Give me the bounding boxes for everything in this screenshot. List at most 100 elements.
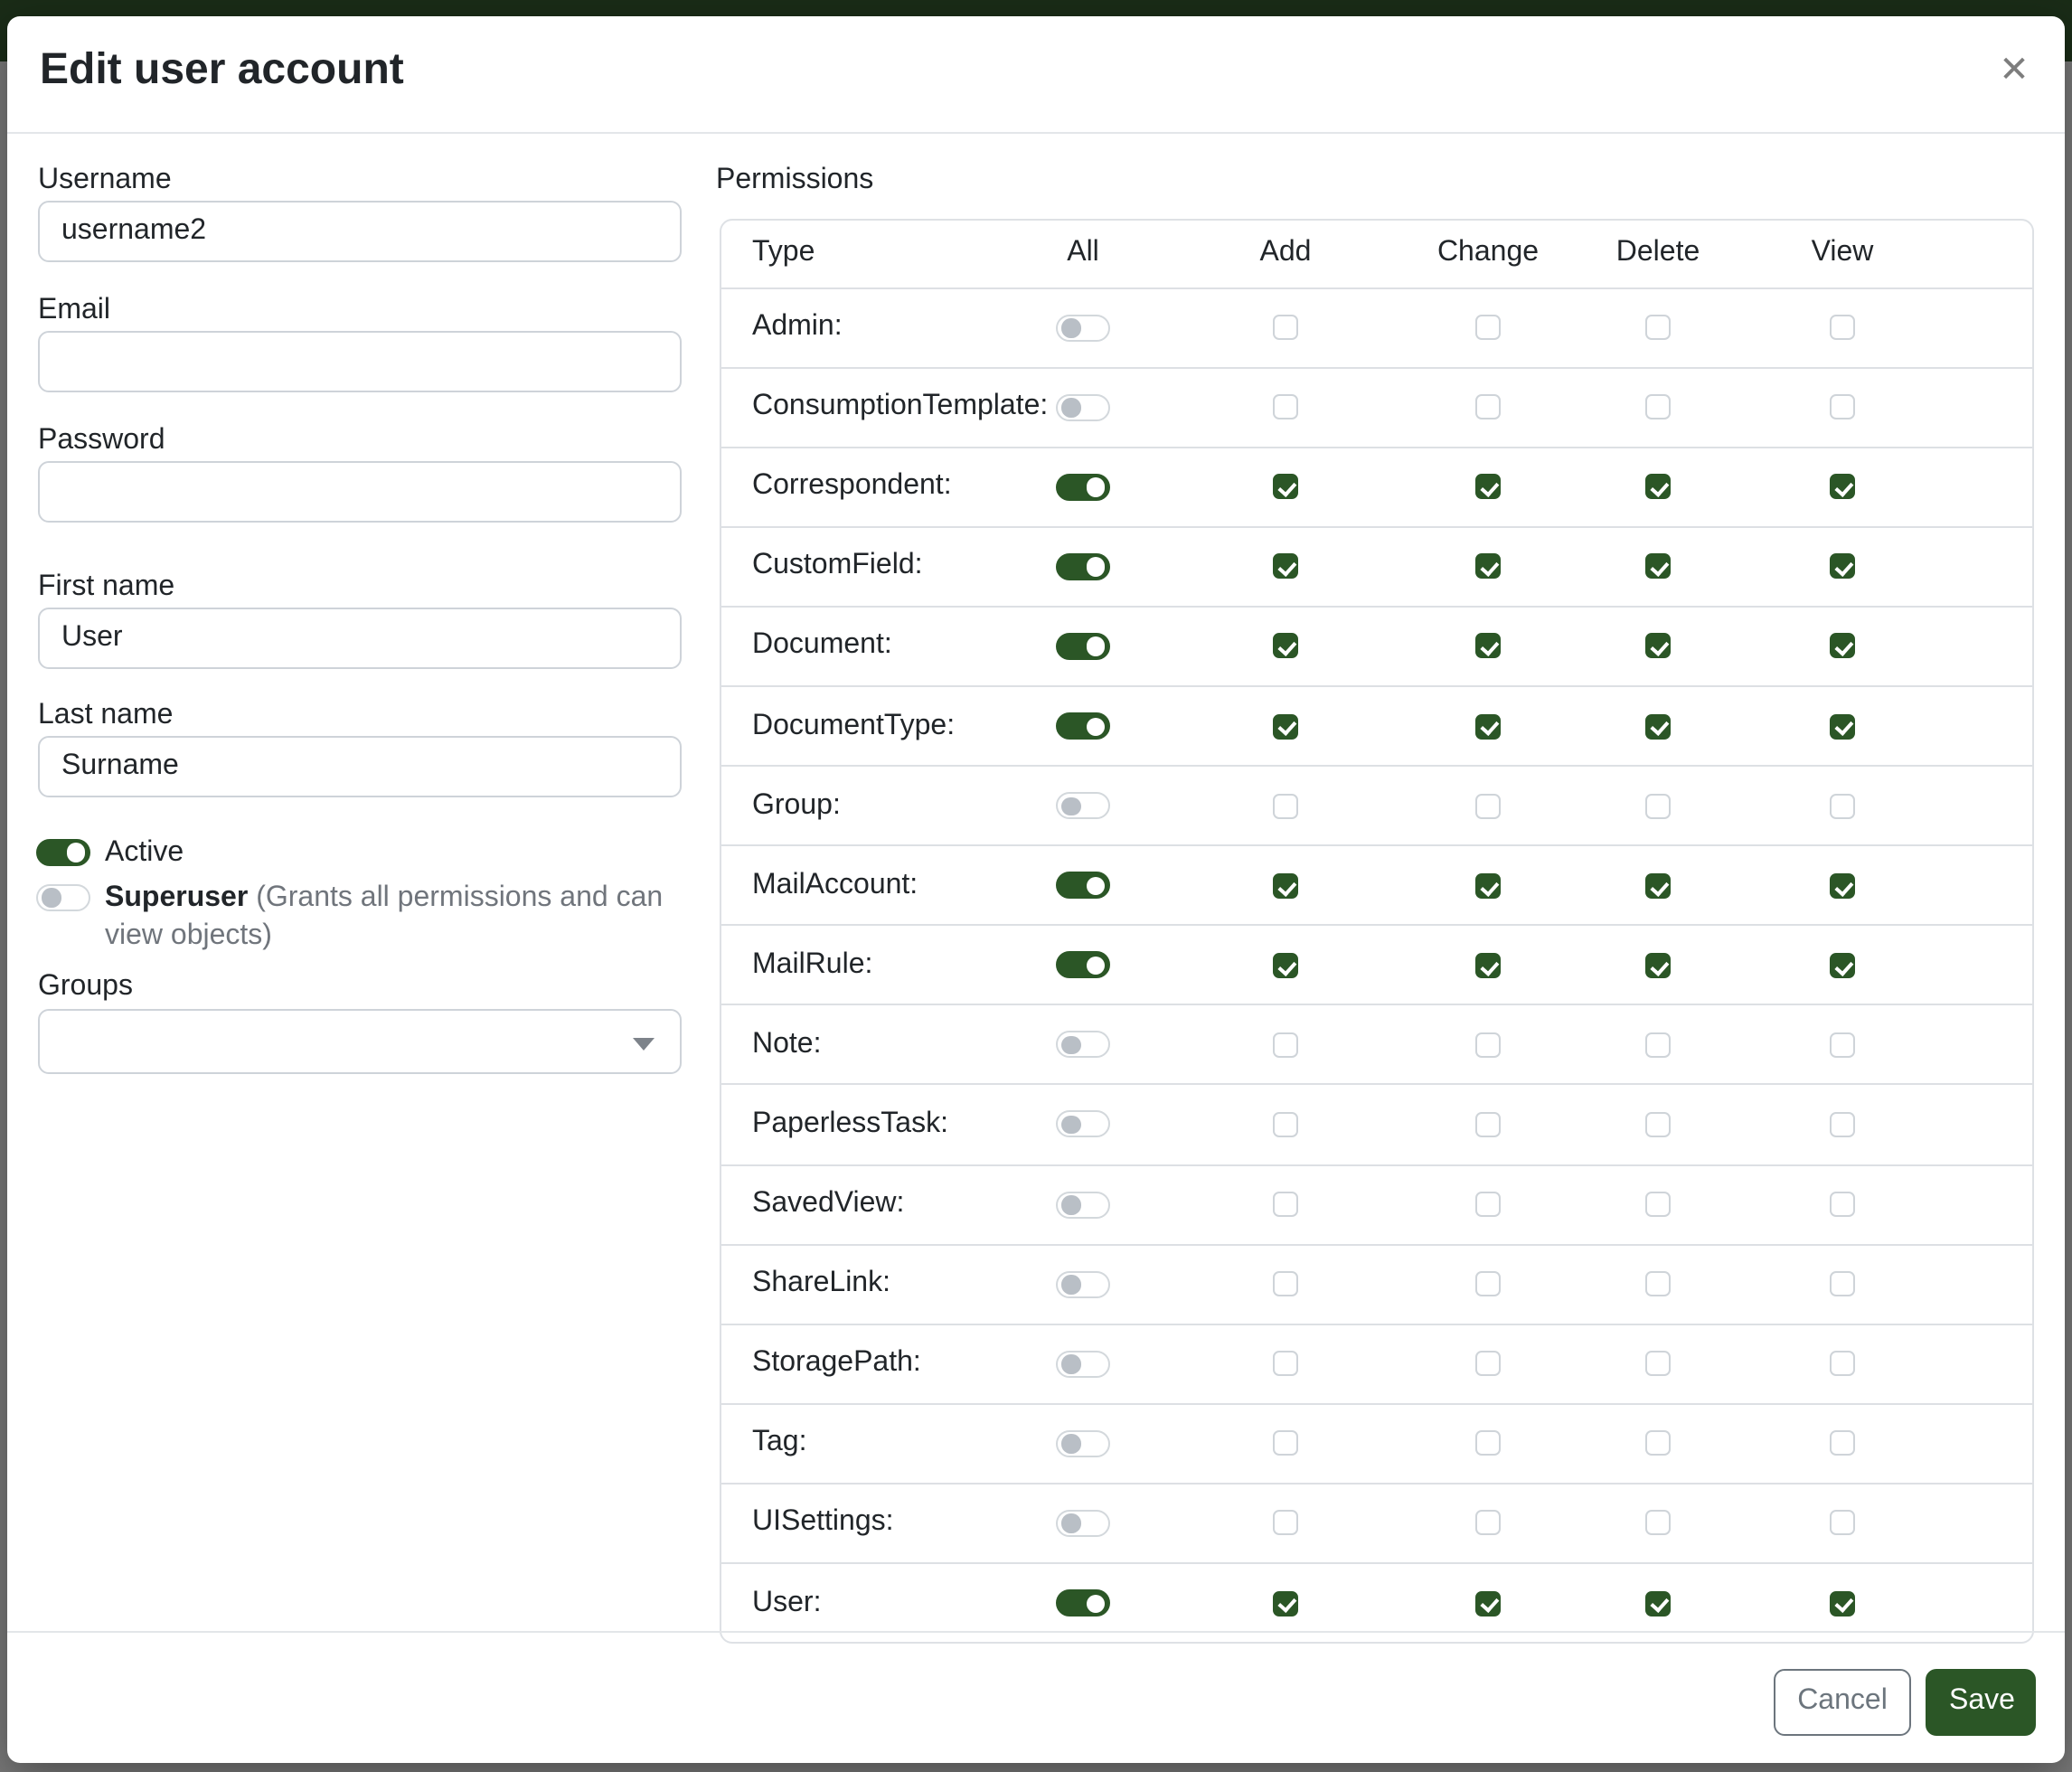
all-toggle[interactable] bbox=[1056, 1589, 1110, 1616]
delete-checkbox[interactable] bbox=[1645, 1192, 1671, 1217]
view-checkbox[interactable] bbox=[1830, 1271, 1855, 1296]
add-checkbox[interactable] bbox=[1273, 713, 1298, 739]
delete-checkbox[interactable] bbox=[1645, 713, 1671, 739]
change-checkbox[interactable] bbox=[1475, 1511, 1501, 1536]
change-checkbox[interactable] bbox=[1475, 1192, 1501, 1217]
add-checkbox[interactable] bbox=[1273, 1192, 1298, 1217]
view-checkbox[interactable] bbox=[1830, 953, 1855, 978]
groups-select[interactable] bbox=[38, 1008, 682, 1073]
view-checkbox[interactable] bbox=[1830, 1431, 1855, 1456]
all-toggle[interactable] bbox=[1056, 792, 1110, 819]
change-checkbox[interactable] bbox=[1475, 474, 1501, 499]
add-checkbox[interactable] bbox=[1273, 953, 1298, 978]
delete-checkbox[interactable] bbox=[1645, 1511, 1671, 1536]
delete-checkbox[interactable] bbox=[1645, 554, 1671, 580]
change-checkbox[interactable] bbox=[1475, 634, 1501, 659]
add-checkbox[interactable] bbox=[1273, 793, 1298, 818]
add-checkbox[interactable] bbox=[1273, 634, 1298, 659]
change-checkbox[interactable] bbox=[1475, 1112, 1501, 1137]
view-checkbox[interactable] bbox=[1830, 872, 1855, 898]
delete-checkbox[interactable] bbox=[1645, 1352, 1671, 1377]
delete-checkbox[interactable] bbox=[1645, 634, 1671, 659]
delete-checkbox[interactable] bbox=[1645, 872, 1671, 898]
change-checkbox[interactable] bbox=[1475, 1431, 1501, 1456]
view-checkbox[interactable] bbox=[1830, 315, 1855, 340]
add-checkbox[interactable] bbox=[1273, 872, 1298, 898]
save-button[interactable]: Save bbox=[1926, 1669, 2036, 1735]
delete-checkbox[interactable] bbox=[1645, 953, 1671, 978]
change-checkbox[interactable] bbox=[1475, 315, 1501, 340]
all-toggle[interactable] bbox=[1056, 1510, 1110, 1537]
delete-checkbox[interactable] bbox=[1645, 474, 1671, 499]
last-name-input[interactable] bbox=[38, 736, 682, 797]
change-checkbox[interactable] bbox=[1475, 554, 1501, 580]
change-checkbox[interactable] bbox=[1475, 1271, 1501, 1296]
change-checkbox[interactable] bbox=[1475, 713, 1501, 739]
view-checkbox[interactable] bbox=[1830, 793, 1855, 818]
all-toggle[interactable] bbox=[1056, 633, 1110, 660]
change-checkbox[interactable] bbox=[1475, 1352, 1501, 1377]
change-checkbox[interactable] bbox=[1475, 1590, 1501, 1616]
add-checkbox[interactable] bbox=[1273, 1590, 1298, 1616]
email-input[interactable] bbox=[38, 330, 682, 391]
permission-row: StoragePath: bbox=[721, 1323, 2032, 1402]
all-toggle[interactable] bbox=[1056, 952, 1110, 979]
change-checkbox[interactable] bbox=[1475, 1032, 1501, 1058]
delete-checkbox[interactable] bbox=[1645, 1271, 1671, 1296]
view-checkbox[interactable] bbox=[1830, 394, 1855, 419]
add-checkbox[interactable] bbox=[1273, 1352, 1298, 1377]
column-header-type: Type bbox=[721, 238, 982, 270]
add-checkbox[interactable] bbox=[1273, 1431, 1298, 1456]
first-name-input[interactable] bbox=[38, 607, 682, 668]
view-checkbox[interactable] bbox=[1830, 634, 1855, 659]
all-toggle[interactable] bbox=[1056, 1430, 1110, 1457]
view-checkbox[interactable] bbox=[1830, 554, 1855, 580]
delete-checkbox[interactable] bbox=[1645, 394, 1671, 419]
add-checkbox[interactable] bbox=[1273, 1032, 1298, 1058]
permission-row: SavedView: bbox=[721, 1164, 2032, 1243]
add-checkbox[interactable] bbox=[1273, 315, 1298, 340]
active-toggle[interactable] bbox=[36, 839, 90, 866]
all-toggle[interactable] bbox=[1056, 1111, 1110, 1138]
change-checkbox[interactable] bbox=[1475, 872, 1501, 898]
all-toggle[interactable] bbox=[1056, 1351, 1110, 1378]
change-checkbox[interactable] bbox=[1475, 394, 1501, 419]
all-toggle[interactable] bbox=[1056, 712, 1110, 740]
add-checkbox[interactable] bbox=[1273, 1271, 1298, 1296]
view-checkbox[interactable] bbox=[1830, 1352, 1855, 1377]
username-input[interactable] bbox=[38, 201, 682, 262]
column-header-all: All bbox=[982, 238, 1184, 270]
superuser-toggle[interactable] bbox=[36, 883, 90, 910]
cancel-button[interactable]: Cancel bbox=[1774, 1669, 1911, 1735]
view-checkbox[interactable] bbox=[1830, 1032, 1855, 1058]
add-checkbox[interactable] bbox=[1273, 394, 1298, 419]
view-checkbox[interactable] bbox=[1830, 1112, 1855, 1137]
add-checkbox[interactable] bbox=[1273, 1112, 1298, 1137]
all-toggle[interactable] bbox=[1056, 553, 1110, 580]
add-checkbox[interactable] bbox=[1273, 474, 1298, 499]
all-toggle[interactable] bbox=[1056, 393, 1110, 420]
view-checkbox[interactable] bbox=[1830, 474, 1855, 499]
delete-checkbox[interactable] bbox=[1645, 315, 1671, 340]
change-checkbox[interactable] bbox=[1475, 793, 1501, 818]
all-toggle[interactable] bbox=[1056, 1032, 1110, 1059]
all-toggle[interactable] bbox=[1056, 1191, 1110, 1218]
delete-checkbox[interactable] bbox=[1645, 793, 1671, 818]
close-icon[interactable]: ✕ bbox=[1992, 49, 2036, 92]
all-toggle[interactable] bbox=[1056, 1270, 1110, 1297]
delete-checkbox[interactable] bbox=[1645, 1431, 1671, 1456]
view-checkbox[interactable] bbox=[1830, 713, 1855, 739]
change-checkbox[interactable] bbox=[1475, 953, 1501, 978]
all-toggle[interactable] bbox=[1056, 473, 1110, 500]
view-checkbox[interactable] bbox=[1830, 1192, 1855, 1217]
all-toggle[interactable] bbox=[1056, 314, 1110, 341]
delete-checkbox[interactable] bbox=[1645, 1112, 1671, 1137]
add-checkbox[interactable] bbox=[1273, 554, 1298, 580]
password-input[interactable] bbox=[38, 461, 682, 523]
delete-checkbox[interactable] bbox=[1645, 1032, 1671, 1058]
view-checkbox[interactable] bbox=[1830, 1590, 1855, 1616]
view-checkbox[interactable] bbox=[1830, 1511, 1855, 1536]
all-toggle[interactable] bbox=[1056, 872, 1110, 899]
add-checkbox[interactable] bbox=[1273, 1511, 1298, 1536]
delete-checkbox[interactable] bbox=[1645, 1590, 1671, 1616]
